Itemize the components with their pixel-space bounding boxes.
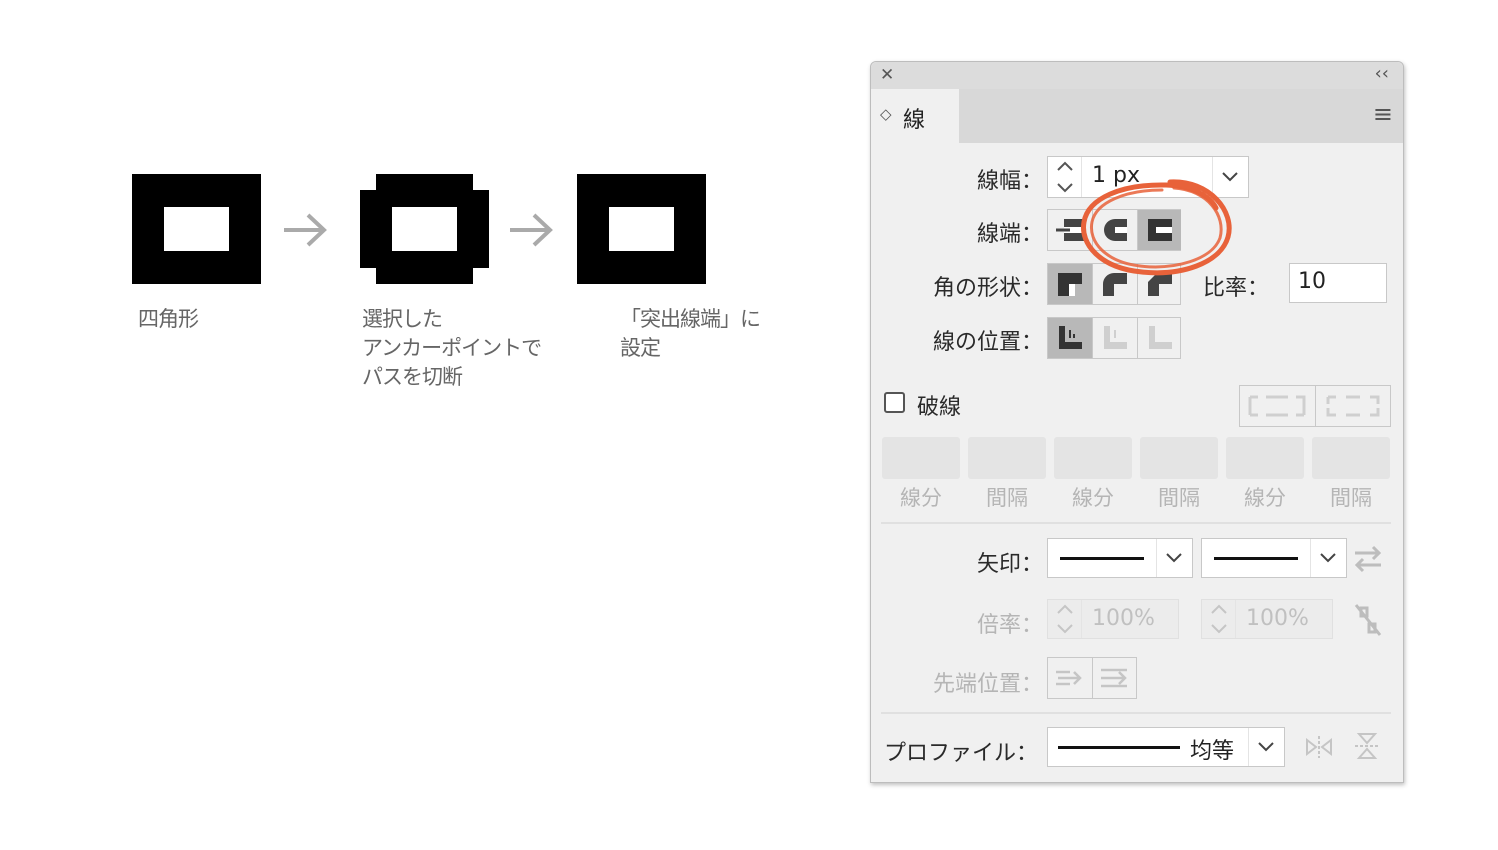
note-cut-path-line3: パスを切断 <box>362 365 463 389</box>
end-scale-value[interactable]: 100% <box>1246 606 1309 631</box>
tab-stroke-label: 線 <box>903 108 926 133</box>
note-cut-path-line2: アンカーポイントで <box>362 336 542 360</box>
flip-vertical-icon[interactable] <box>1351 730 1383 762</box>
dash-label-3: 線分 <box>1244 486 1286 510</box>
profile-value[interactable]: 均等 <box>1190 733 1234 765</box>
scale-label: 倍率： <box>976 613 1043 638</box>
rectangle-shape <box>132 174 261 284</box>
dash-label-1: 線分 <box>900 486 942 510</box>
align-center-icon <box>1059 326 1082 349</box>
start-scale-input[interactable]: 100% <box>1047 599 1179 639</box>
dash-preserve-button[interactable] <box>1240 386 1315 426</box>
dash-input-1[interactable] <box>882 437 960 479</box>
align-center-button[interactable] <box>1048 318 1092 358</box>
unlink-icon[interactable] <box>1351 602 1385 638</box>
note-projecting-line2: 設定 <box>620 336 661 360</box>
gap-label-2: 間隔 <box>1158 486 1200 510</box>
dashed-checkbox[interactable] <box>884 392 905 413</box>
dashed-label: 破線 <box>917 395 962 420</box>
projecting-cap-shape <box>577 174 706 284</box>
gap-input-3[interactable] <box>1312 437 1390 479</box>
updown-icon: ◇ <box>880 105 892 123</box>
start-arrowhead-select[interactable] <box>1047 538 1193 578</box>
cap-label: 線端： <box>976 222 1043 247</box>
tab-stroke[interactable]: ◇ 線 <box>871 89 959 143</box>
panel-titlebar[interactable]: ✕ ‹‹ <box>871 62 1403 89</box>
collapse-icon[interactable]: ‹‹ <box>1375 63 1389 84</box>
align-label: 線の位置： <box>932 330 1043 355</box>
flip-horizontal-icon[interactable] <box>1303 732 1335 762</box>
stepper-icon[interactable] <box>1202 600 1236 638</box>
end-scale-input[interactable]: 100% <box>1201 599 1333 639</box>
chevron-down-icon[interactable] <box>1156 539 1192 577</box>
align-inside-icon <box>1104 326 1127 349</box>
profile-select[interactable]: 均等 <box>1047 727 1285 767</box>
close-icon[interactable]: ✕ <box>880 65 894 85</box>
tip-place-button[interactable] <box>1092 658 1137 698</box>
tip-extend-button[interactable] <box>1048 658 1092 698</box>
align-inside-button[interactable] <box>1092 318 1137 358</box>
arrow-label: 矢印： <box>976 552 1043 577</box>
swap-arrows-icon[interactable] <box>1351 544 1385 574</box>
limit-value[interactable]: 10 <box>1298 269 1326 294</box>
cut-path-shape <box>360 174 489 284</box>
profile-label: プロファイル： <box>884 741 1039 766</box>
gap-label-1: 間隔 <box>986 486 1028 510</box>
tip-place-icon <box>1101 668 1127 688</box>
dash-input-2[interactable] <box>1054 437 1132 479</box>
dash-align-corners-button[interactable] <box>1315 386 1390 426</box>
gap-input-1[interactable] <box>968 437 1046 479</box>
stroke-panel: ✕ ‹‹ ◇ 線 ≡ 線幅： 1 px 線端： 角の形状： 比率： 10 線の位… <box>870 61 1404 783</box>
chevron-down-icon[interactable] <box>1310 539 1346 577</box>
dash-input-3[interactable] <box>1226 437 1304 479</box>
gap-input-2[interactable] <box>1140 437 1218 479</box>
stepper-icon[interactable] <box>1048 600 1082 638</box>
note-projecting-line1: 「突出線端」に <box>620 307 761 331</box>
divider <box>881 522 1391 524</box>
align-outside-icon <box>1149 326 1172 349</box>
align-button-group <box>1047 317 1181 359</box>
dash-align-group <box>1239 385 1391 427</box>
limit-input[interactable]: 10 <box>1289 263 1387 303</box>
arrow-right-icon <box>284 213 327 247</box>
end-arrowhead-select[interactable] <box>1201 538 1347 578</box>
start-scale-value[interactable]: 100% <box>1092 606 1155 631</box>
panel-tab-row: ◇ 線 ≡ <box>871 89 1403 143</box>
arrow-right-icon <box>510 213 553 247</box>
divider <box>881 712 1391 714</box>
note-rectangle: 四角形 <box>138 307 199 331</box>
corner-label: 角の形状： <box>932 276 1043 301</box>
weight-label: 線幅： <box>976 169 1043 194</box>
tip-extend-icon <box>1056 670 1082 686</box>
highlight-circle-annotation <box>1081 179 1232 276</box>
dash-label-2: 線分 <box>1072 486 1114 510</box>
dash-align-corners-icon <box>1326 395 1380 417</box>
panel-menu-icon[interactable]: ≡ <box>1373 100 1393 128</box>
tip-label: 先端位置： <box>932 672 1043 697</box>
tip-position-group <box>1047 657 1137 699</box>
align-outside-button[interactable] <box>1137 318 1181 358</box>
dash-preserve-icon <box>1248 395 1306 417</box>
gap-label-3: 間隔 <box>1330 486 1372 510</box>
chevron-down-icon[interactable] <box>1248 728 1284 766</box>
note-cut-path-line1: 選択した <box>362 307 443 331</box>
